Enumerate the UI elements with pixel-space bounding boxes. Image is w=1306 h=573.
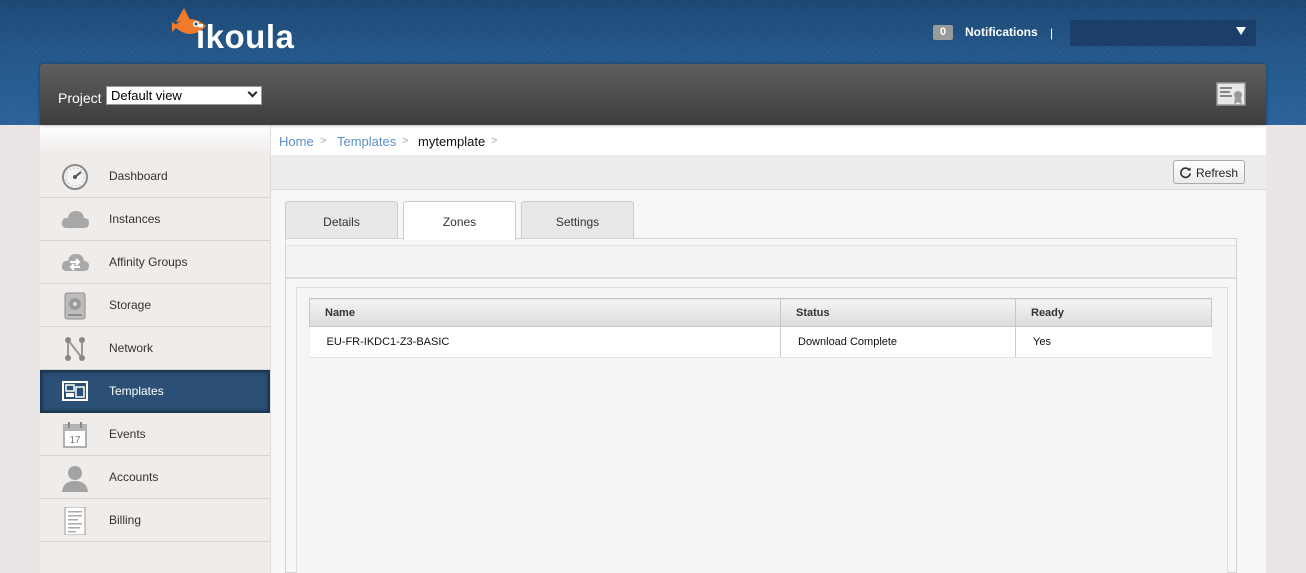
- project-selected-value: Default view: [111, 88, 182, 103]
- sidebar-item-label: Accounts: [109, 470, 159, 484]
- refresh-button[interactable]: Refresh: [1173, 160, 1245, 184]
- cloud-arrows-icon: [61, 254, 89, 271]
- sidebar-item-templates[interactable]: Templates: [40, 370, 270, 413]
- sidebar-item-label: Storage: [109, 298, 152, 312]
- breadcrumb: Home > Templates > mytemplate >: [271, 125, 1266, 155]
- main-content: Home > Templates > mytemplate > Refresh …: [271, 125, 1266, 573]
- brand-name: ikoula: [196, 18, 295, 55]
- sidebar-item-storage[interactable]: Storage: [40, 284, 270, 327]
- tab-zones[interactable]: Zones: [403, 201, 516, 240]
- tab-subheader: [286, 245, 1236, 279]
- certificate-icon[interactable]: [1216, 82, 1246, 107]
- project-label: Project: [58, 90, 102, 106]
- breadcrumb-separator: >: [491, 135, 498, 147]
- project-select[interactable]: Default view: [106, 86, 262, 105]
- tab-settings[interactable]: Settings: [521, 201, 634, 239]
- breadcrumb-templates-link[interactable]: Templates: [337, 134, 396, 149]
- column-header-name[interactable]: Name: [309, 298, 781, 327]
- sidebar-item-label: Billing: [109, 513, 142, 527]
- calendar-day-number: 17: [69, 435, 81, 446]
- sidebar-item-affinity-groups[interactable]: Affinity Groups: [40, 241, 270, 284]
- sidebar-item-instances[interactable]: Instances: [40, 198, 270, 241]
- breadcrumb-separator: >: [402, 135, 409, 147]
- project-bar: Project Default view: [40, 64, 1266, 125]
- network-icon: [65, 337, 85, 361]
- caret-down-icon: [1236, 27, 1246, 35]
- sidebar-item-events[interactable]: 17 Events: [40, 413, 270, 456]
- calendar-icon: 17: [63, 422, 87, 448]
- sidebar-item-billing[interactable]: Billing: [40, 499, 270, 542]
- disk-icon: [64, 292, 86, 320]
- zone-status-cell: Download Complete: [780, 326, 1016, 358]
- sidebar-item-label: Network: [109, 341, 154, 355]
- sidebar-item-label: Dashboard: [109, 169, 168, 183]
- tab-content-panel: Name Status Ready EU-FR-IKDC1-Z3-BASIC D…: [285, 238, 1237, 573]
- dashboard-gauge-icon: [62, 164, 88, 190]
- sidebar: Dashboard Instances Affinity Groups Stor…: [40, 125, 271, 573]
- table-header-row: Name Status Ready: [309, 298, 1212, 327]
- refresh-label: Refresh: [1196, 166, 1239, 180]
- sidebar-item-label: Instances: [109, 212, 161, 226]
- tab-details[interactable]: Details: [285, 201, 398, 239]
- zone-name-cell: EU-FR-IKDC1-Z3-BASIC: [309, 326, 781, 358]
- refresh-icon: [1180, 167, 1191, 179]
- column-header-status[interactable]: Status: [780, 298, 1016, 327]
- column-header-ready[interactable]: Ready: [1015, 298, 1212, 327]
- document-icon: [64, 507, 86, 535]
- breadcrumb-home-link[interactable]: Home: [279, 134, 314, 149]
- notifications-count-badge[interactable]: 0: [933, 25, 953, 40]
- templates-icon: [62, 381, 88, 401]
- sidebar-item-label: Affinity Groups: [109, 255, 188, 269]
- breadcrumb-current: mytemplate: [418, 134, 486, 149]
- breadcrumb-separator: >: [320, 135, 327, 147]
- zone-ready-cell: Yes: [1015, 326, 1212, 358]
- sidebar-item-accounts[interactable]: Accounts: [40, 456, 270, 499]
- sidebar-item-label: Templates: [109, 384, 164, 398]
- table-row[interactable]: EU-FR-IKDC1-Z3-BASIC Download Complete Y…: [309, 326, 1212, 358]
- sidebar-item-network[interactable]: Network: [40, 327, 270, 370]
- user-icon: [62, 466, 88, 492]
- sidebar-item-label: Events: [109, 427, 146, 441]
- toolbar: Refresh: [271, 155, 1266, 190]
- notifications-link[interactable]: Notifications: [965, 25, 1038, 39]
- user-menu-dropdown[interactable]: [1070, 20, 1256, 46]
- sidebar-item-dashboard[interactable]: Dashboard: [40, 155, 270, 198]
- zones-panel: Name Status Ready EU-FR-IKDC1-Z3-BASIC D…: [296, 287, 1228, 573]
- sidebar-top-spacer: [40, 125, 270, 155]
- zones-table: Name Status Ready EU-FR-IKDC1-Z3-BASIC D…: [309, 298, 1212, 358]
- header-separator: |: [1050, 26, 1054, 40]
- chevron-down-icon: [247, 87, 258, 98]
- ikoula-logo[interactable]: ikoula: [168, 4, 303, 56]
- cloud-icon: [61, 211, 89, 228]
